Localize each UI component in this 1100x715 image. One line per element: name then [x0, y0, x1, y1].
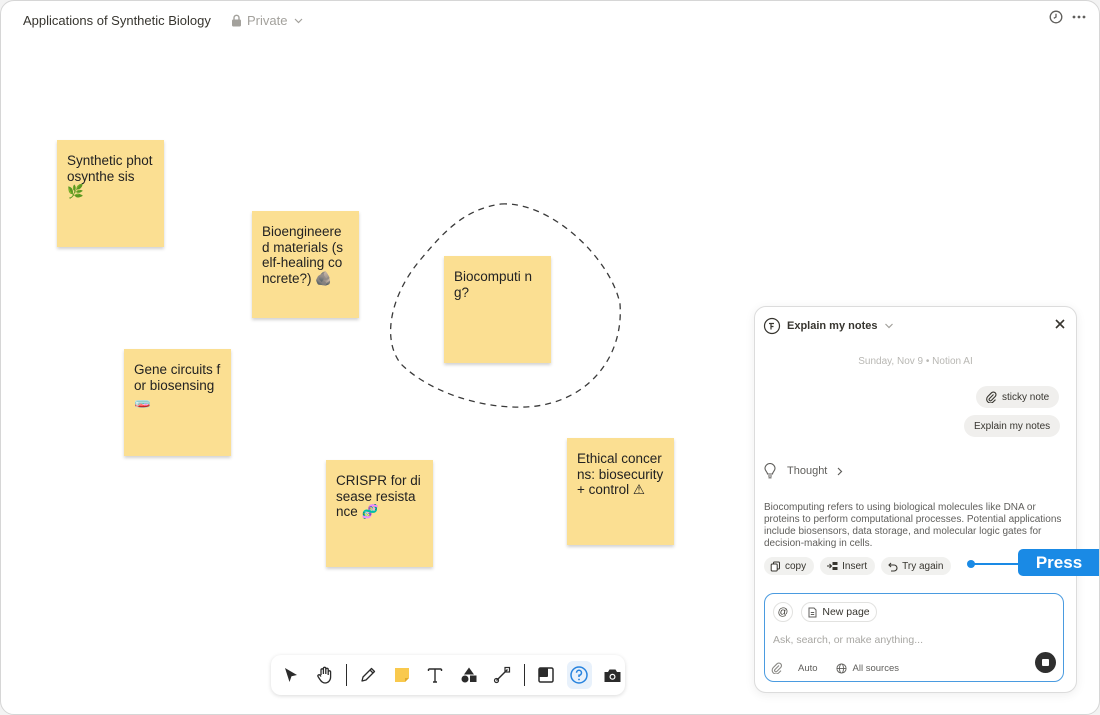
text-tool-button[interactable]: [423, 661, 448, 689]
ai-composer[interactable]: @ New page Ask, search, or make anything…: [764, 593, 1064, 682]
history-clock-icon[interactable]: [1049, 10, 1063, 24]
ai-chat-panel: Explain my notes Sunday, Nov 9 • Notion …: [754, 306, 1077, 693]
frame-icon: [537, 667, 554, 683]
close-icon[interactable]: [1054, 318, 1066, 330]
sticky-note[interactable]: Ethical concerns: biosecurity + control …: [567, 438, 674, 545]
sticky-note[interactable]: Gene circuits for biosensing 🧫: [124, 349, 231, 456]
sources-selector[interactable]: All sources: [853, 663, 899, 674]
more-options-icon[interactable]: [1071, 10, 1087, 24]
globe-icon: [835, 662, 847, 674]
privacy-label: Private: [247, 13, 288, 28]
help-tool-button[interactable]: [567, 661, 592, 689]
copy-label: copy: [785, 560, 807, 572]
chevron-down-icon: [295, 18, 303, 23]
copy-icon: [770, 561, 780, 571]
undo-arrow-icon: [888, 562, 898, 572]
attachment-chip-label: sticky note: [1002, 391, 1050, 403]
lasso-selection: [389, 203, 621, 408]
conversation-date: Sunday, Nov 9 • Notion AI: [858, 356, 973, 367]
camera-icon: [604, 669, 621, 682]
try-again-label: Try again: [902, 560, 944, 572]
select-tool-button[interactable]: [279, 661, 304, 689]
text-icon: [428, 668, 443, 683]
toolbar-divider: [523, 664, 525, 686]
privacy-dropdown[interactable]: Private: [231, 13, 303, 28]
hand-tool-button[interactable]: [313, 661, 338, 689]
callout-connector: [971, 563, 1019, 565]
lock-icon: [232, 14, 241, 27]
stop-icon: [1042, 659, 1049, 666]
sticky-note[interactable]: Synthetic photosynthe sis 🌿: [57, 140, 164, 247]
new-page-label: New page: [822, 606, 870, 618]
mention-button[interactable]: @: [773, 602, 793, 622]
ai-panel-header: Explain my notes: [763, 315, 1066, 337]
connector-tool-button[interactable]: [490, 661, 515, 689]
pen-tool-button[interactable]: [356, 661, 381, 689]
callout-dot: [967, 560, 975, 568]
help-question-icon: [570, 666, 589, 684]
stop-generation-button[interactable]: [1035, 652, 1056, 673]
frame-tool-button[interactable]: [533, 661, 558, 689]
new-page-button[interactable]: New page: [801, 602, 877, 622]
insert-button[interactable]: Insert: [820, 557, 876, 575]
chevron-down-icon[interactable]: [884, 323, 894, 329]
insert-label: Insert: [842, 560, 868, 572]
connector-arrow-icon: [494, 666, 511, 684]
canvas-toolbar: [271, 655, 625, 695]
sticky-note[interactable]: CRISPR for disease resistance 🧬: [326, 460, 433, 567]
press-callout: Press: [1018, 549, 1099, 576]
answer-actions: copy Insert Try again: [764, 557, 952, 575]
paperclip-icon: [986, 391, 997, 403]
mention-symbol: @: [777, 606, 789, 618]
composer-footer: Auto All sources: [771, 662, 899, 674]
ai-prompt-input[interactable]: Ask, search, or make anything...: [773, 634, 1043, 646]
page-title[interactable]: Applications of Synthetic Biology: [23, 13, 211, 28]
shapes-tool-button[interactable]: [457, 661, 482, 689]
try-again-button[interactable]: Try again: [881, 557, 952, 575]
app-window: Applications of Synthetic Biology Privat…: [0, 0, 1100, 715]
cursor-arrow-icon: [285, 668, 298, 682]
attachment-chip[interactable]: sticky note: [976, 386, 1060, 408]
pencil-icon: [361, 667, 376, 682]
user-message-bubble: Explain my notes: [964, 415, 1061, 437]
ai-answer-text: Biocomputing refers to using biological …: [764, 502, 1062, 549]
sticky-note[interactable]: Bioengineered materials (self-healing co…: [252, 211, 359, 318]
copy-button[interactable]: copy: [764, 557, 815, 575]
chevron-right-icon: [837, 467, 843, 475]
thought-label: Thought: [787, 465, 828, 477]
page-icon: [808, 607, 817, 617]
toolbar-divider: [346, 664, 347, 686]
thought-toggle[interactable]: Thought: [763, 463, 843, 479]
hand-icon: [317, 666, 332, 684]
screenshot-tool-button[interactable]: [601, 661, 626, 689]
mode-selector[interactable]: Auto: [798, 663, 818, 674]
notion-ai-face-icon: [763, 317, 781, 335]
shapes-icon: [461, 667, 477, 683]
user-message-text: Explain my notes: [974, 420, 1051, 432]
lightbulb-icon: [764, 463, 776, 479]
sticky-note-tool-button[interactable]: [389, 661, 414, 689]
insert-icon: [827, 562, 838, 570]
paperclip-icon[interactable]: [771, 662, 783, 674]
sticky-note-icon: [394, 668, 409, 682]
top-bar: Applications of Synthetic Biology Privat…: [1, 1, 1099, 41]
ai-panel-title[interactable]: Explain my notes: [787, 320, 877, 332]
